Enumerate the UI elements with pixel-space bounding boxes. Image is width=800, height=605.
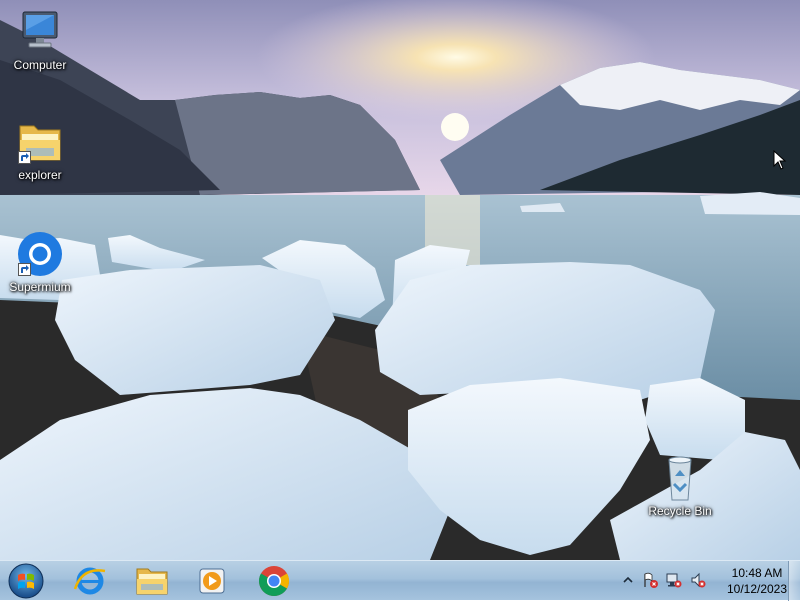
network-icon[interactable] <box>666 572 682 588</box>
folder-icon <box>16 118 64 166</box>
desktop-icon-recycle-bin-label: Recycle Bin <box>648 504 712 518</box>
taskbar-clock[interactable]: 10:48 AM 10/12/2023 <box>718 565 796 597</box>
system-tray: 10:48 AM 10/12/2023 <box>616 561 800 601</box>
desktop-icon-recycle-bin[interactable]: Recycle Bin <box>643 454 717 518</box>
desktop-icon-supermium[interactable]: Supermium <box>3 230 77 294</box>
taskbar-windows-explorer-button[interactable] <box>126 563 178 598</box>
action-center-flag-icon[interactable] <box>642 572 658 588</box>
mouse-cursor-icon <box>773 150 787 170</box>
taskbar-chrome-button[interactable] <box>248 563 300 598</box>
volume-muted-icon[interactable] <box>690 572 706 588</box>
folder-icon <box>136 568 168 595</box>
show-desktop-button[interactable] <box>788 561 800 601</box>
start-button[interactable] <box>6 562 46 600</box>
desktop[interactable]: Computer explorer Supermium Recycle Bin <box>0 0 800 560</box>
media-player-icon <box>199 568 225 594</box>
desktop-icon-computer-label: Computer <box>13 58 67 72</box>
clock-time: 10:48 AM <box>731 566 783 580</box>
recycle-bin-icon <box>656 454 704 502</box>
clock-date: 10/12/2023 <box>726 582 788 596</box>
desktop-icon-supermium-label: Supermium <box>9 280 71 294</box>
taskbar: 10:48 AM 10/12/2023 <box>0 560 800 601</box>
taskbar-internet-explorer-button[interactable] <box>64 563 116 598</box>
desktop-icon-explorer-label: explorer <box>18 168 62 182</box>
shortcut-arrow-icon <box>18 263 31 276</box>
supermium-icon <box>16 230 64 278</box>
internet-explorer-icon <box>73 567 106 595</box>
desktop-icon-computer[interactable]: Computer <box>3 8 77 72</box>
taskbar-media-player-button[interactable] <box>186 563 238 598</box>
computer-icon <box>16 8 64 56</box>
show-hidden-icons-chevron[interactable] <box>620 572 636 588</box>
windows-logo-icon <box>8 563 44 599</box>
desktop-icon-explorer[interactable]: explorer <box>3 118 77 182</box>
chrome-icon <box>258 566 290 597</box>
shortcut-arrow-icon <box>18 151 31 164</box>
